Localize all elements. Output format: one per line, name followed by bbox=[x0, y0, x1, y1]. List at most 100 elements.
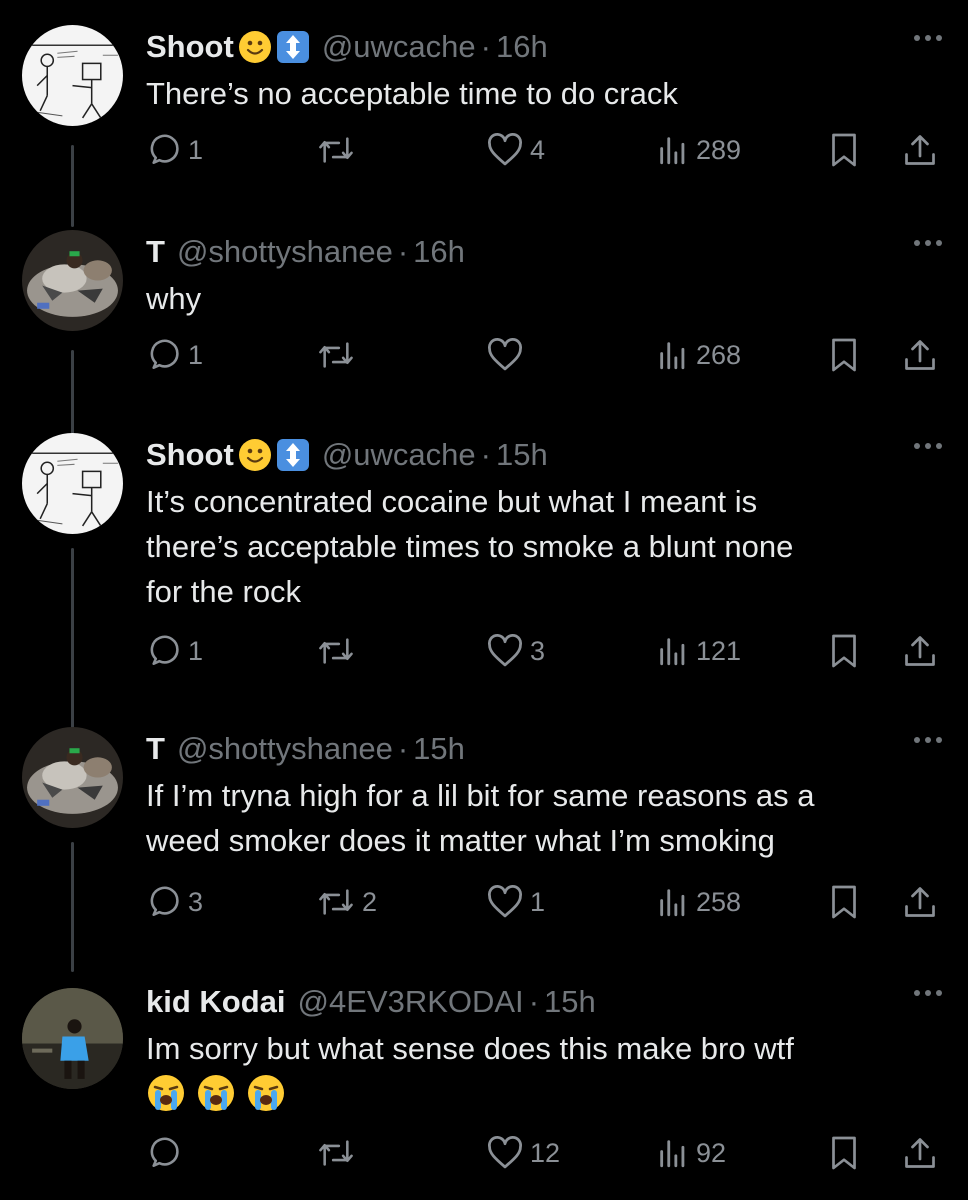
bookmark-button[interactable] bbox=[828, 880, 860, 924]
more-icon[interactable] bbox=[914, 737, 942, 743]
bookmark-button[interactable] bbox=[828, 629, 860, 673]
display-name[interactable]: T bbox=[146, 731, 165, 767]
reply-button[interactable]: 3 bbox=[148, 880, 203, 924]
separator: · bbox=[397, 731, 409, 766]
views-button[interactable]: 92 bbox=[656, 1131, 726, 1175]
retweet-button[interactable]: 2 bbox=[316, 880, 377, 924]
loudly-crying-face-icon bbox=[198, 1075, 234, 1111]
views-button[interactable]: 258 bbox=[656, 880, 741, 924]
tweet-text-line: weed smoker does it matter what I’m smok… bbox=[146, 823, 775, 858]
views-button[interactable]: 289 bbox=[656, 128, 741, 172]
heart-icon bbox=[488, 885, 522, 918]
timestamp[interactable]: 15h bbox=[544, 984, 596, 1020]
like-count: 3 bbox=[530, 635, 546, 666]
tweet[interactable]: kid Kodai @4EV3RKODAI · 15h Im sorry but… bbox=[0, 980, 968, 1190]
like-button[interactable]: 12 bbox=[486, 1131, 560, 1175]
tweet[interactable]: T @shottyshanee · 16h why 1 268 bbox=[0, 230, 968, 390]
tweet[interactable]: Shoot @uwcache · 16h There’s no acceptab… bbox=[0, 25, 968, 185]
display-name[interactable]: T bbox=[146, 234, 165, 270]
reply-button[interactable]: 1 bbox=[148, 629, 203, 673]
bookmark-button[interactable] bbox=[828, 333, 860, 377]
retweet-button[interactable] bbox=[316, 1131, 362, 1175]
tweet-text: It’s concentrated cocaine but what I mea… bbox=[146, 479, 936, 614]
heart-icon bbox=[488, 634, 522, 667]
like-button[interactable]: 1 bbox=[486, 880, 545, 924]
tweet-text-line: there’s acceptable times to smoke a blun… bbox=[146, 529, 794, 564]
timestamp[interactable]: 16h bbox=[413, 234, 465, 270]
reply-button[interactable]: 1 bbox=[148, 128, 203, 172]
reply-icon bbox=[150, 886, 179, 917]
tweet-text-line: There’s no acceptable time to do crack bbox=[146, 76, 678, 111]
bookmark-icon bbox=[832, 885, 856, 919]
tweet-text: Im sorry but what sense does this make b… bbox=[146, 1026, 936, 1125]
views-icon bbox=[660, 1140, 685, 1168]
reply-button[interactable]: 1 bbox=[148, 333, 203, 377]
bookmark-icon bbox=[832, 338, 856, 372]
timestamp[interactable]: 15h bbox=[496, 437, 548, 473]
loudly-crying-face-icon bbox=[148, 1075, 184, 1111]
handle[interactable]: @shottyshanee bbox=[177, 234, 393, 270]
retweet-icon bbox=[319, 137, 353, 163]
loudly-crying-face-icon bbox=[248, 1075, 284, 1111]
retweet-icon bbox=[319, 889, 353, 915]
avatar[interactable] bbox=[22, 433, 123, 534]
more-icon[interactable] bbox=[914, 35, 942, 41]
retweet-button[interactable] bbox=[316, 629, 362, 673]
share-button[interactable] bbox=[902, 1131, 938, 1175]
share-button[interactable] bbox=[902, 333, 938, 377]
share-button[interactable] bbox=[902, 128, 938, 172]
share-button[interactable] bbox=[902, 629, 938, 673]
like-button[interactable] bbox=[486, 333, 530, 377]
tweet[interactable]: Shoot @uwcache · 15h It’s concentrated c… bbox=[0, 433, 968, 683]
tweet-header: T @shottyshanee · 16h bbox=[146, 230, 465, 274]
more-icon[interactable] bbox=[914, 240, 942, 246]
share-button[interactable] bbox=[902, 880, 938, 924]
reply-count: 1 bbox=[188, 134, 204, 165]
views-button[interactable]: 268 bbox=[656, 333, 741, 377]
views-button[interactable]: 121 bbox=[656, 629, 741, 673]
handle[interactable]: @uwcache bbox=[322, 437, 476, 473]
display-name[interactable]: Shoot bbox=[146, 437, 234, 473]
reply-button[interactable] bbox=[148, 1131, 188, 1175]
tweet-text-line: If I’m tryna high for a lil bit for same… bbox=[146, 778, 815, 813]
handle[interactable]: @shottyshanee bbox=[177, 731, 393, 767]
bookmark-icon bbox=[832, 1136, 856, 1170]
avatar[interactable] bbox=[22, 230, 123, 331]
avatar[interactable] bbox=[22, 988, 123, 1089]
view-count: 289 bbox=[696, 134, 742, 165]
timestamp[interactable]: 15h bbox=[413, 731, 465, 767]
like-button[interactable]: 3 bbox=[486, 629, 545, 673]
avatar[interactable] bbox=[22, 727, 123, 828]
handle[interactable]: @uwcache bbox=[322, 29, 476, 65]
emoji-line bbox=[146, 1073, 286, 1113]
avatar[interactable] bbox=[22, 25, 123, 126]
bookmark-icon bbox=[832, 133, 856, 167]
timestamp[interactable]: 16h bbox=[496, 29, 548, 65]
more-icon[interactable] bbox=[914, 990, 942, 996]
share-icon bbox=[905, 887, 935, 917]
like-count: 4 bbox=[530, 134, 546, 165]
heart-icon bbox=[488, 1136, 522, 1169]
share-icon bbox=[905, 340, 935, 370]
like-button[interactable]: 4 bbox=[486, 128, 545, 172]
view-count: 258 bbox=[696, 886, 742, 917]
more-icon[interactable] bbox=[914, 443, 942, 449]
display-name[interactable]: Shoot bbox=[146, 29, 234, 65]
retweet-button[interactable] bbox=[316, 333, 362, 377]
display-name[interactable]: kid Kodai bbox=[146, 984, 286, 1020]
bookmark-button[interactable] bbox=[828, 1131, 860, 1175]
retweet-button[interactable] bbox=[316, 128, 362, 172]
action-bar: 1 268 bbox=[0, 333, 968, 377]
retweet-count: 2 bbox=[362, 886, 378, 917]
tweet[interactable]: T @shottyshanee · 15h If I’m tryna high … bbox=[0, 727, 968, 937]
separator: · bbox=[397, 234, 409, 269]
reply-count: 1 bbox=[188, 339, 204, 370]
reply-icon bbox=[150, 134, 179, 165]
share-icon bbox=[905, 1138, 935, 1168]
handle[interactable]: @4EV3RKODAI bbox=[298, 984, 524, 1020]
smiley-emoji-icon bbox=[238, 438, 272, 472]
bookmark-button[interactable] bbox=[828, 128, 860, 172]
smiley-emoji-icon bbox=[238, 30, 272, 64]
separator: · bbox=[480, 29, 491, 64]
up-down-arrow-icon bbox=[276, 438, 310, 472]
